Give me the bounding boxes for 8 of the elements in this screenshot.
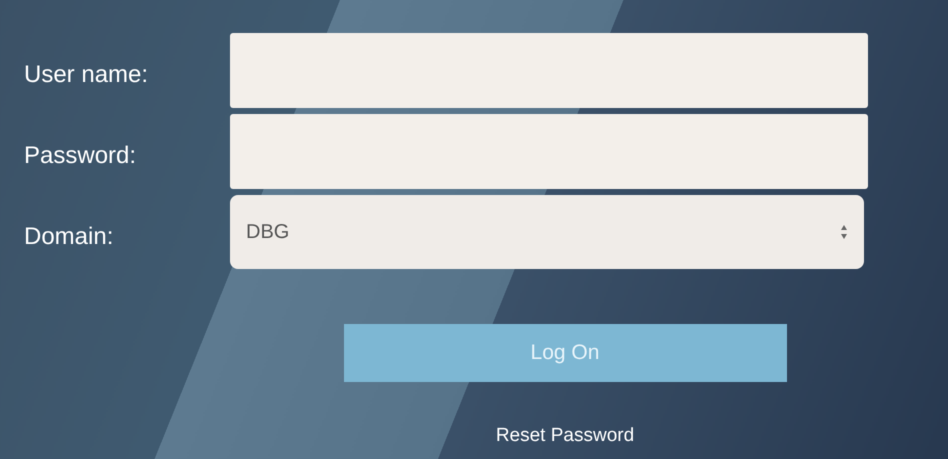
input-field[interactable] <box>230 114 868 189</box>
input-field[interactable] <box>230 33 868 108</box>
field-label: User name: <box>24 60 150 90</box>
field-label: Domain: <box>24 222 114 252</box>
reset-password-link[interactable]: Reset Password <box>496 422 634 450</box>
dropdown-field[interactable]: DBG <box>230 195 864 269</box>
up-down-caret-icon <box>840 224 848 240</box>
field-label: Password: <box>24 141 138 171</box>
